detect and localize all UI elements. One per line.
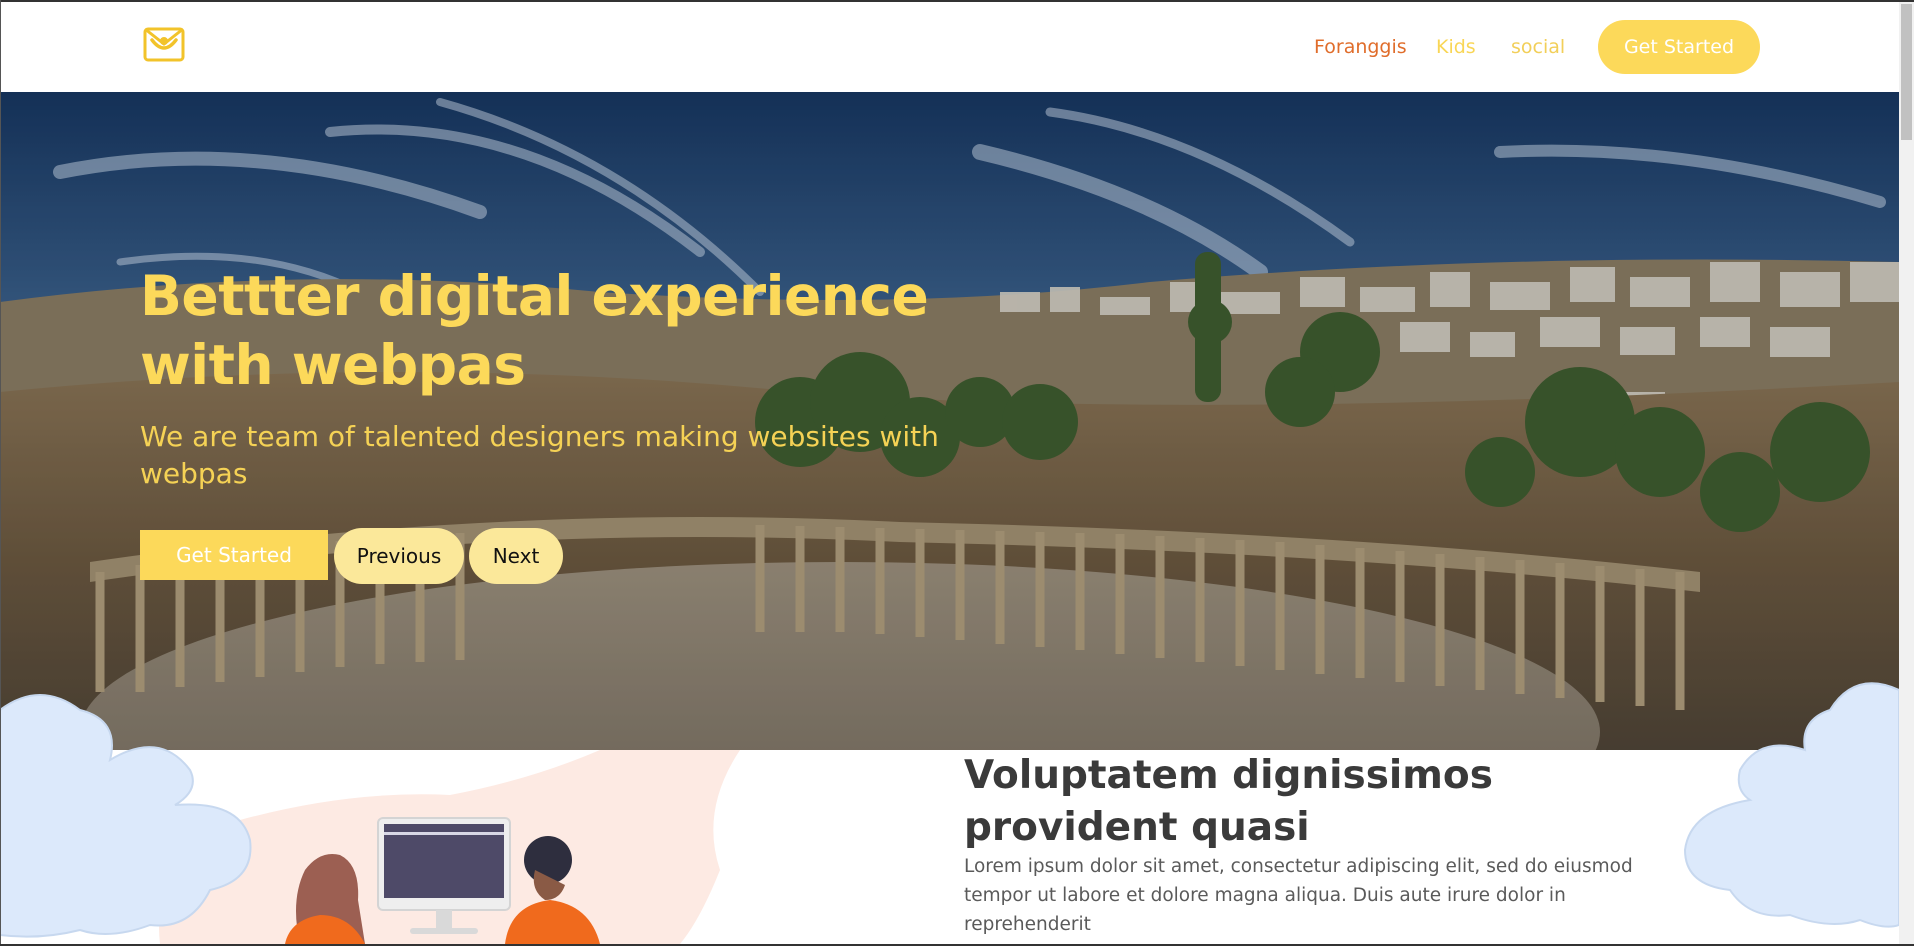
scrollbar-thumb[interactable]	[1901, 4, 1912, 140]
page-scrollbar[interactable]	[1899, 2, 1914, 944]
cloud-left-decoration	[0, 694, 252, 938]
about-title: Voluptatem dignissimos provident quasi	[964, 753, 1493, 850]
smile-envelope-logo-icon	[143, 27, 185, 62]
header-get-started-button[interactable]: Get Started	[1598, 20, 1760, 74]
window-left-border	[0, 0, 1, 946]
site-header: Foranggis Kids social Get Started	[0, 2, 1899, 92]
hero-title: Bettter digital experience with webpas	[140, 264, 929, 397]
hero-carousel: Bettter digital experience with webpas W…	[0, 92, 1899, 750]
hero-get-started-button[interactable]: Get Started	[140, 530, 328, 580]
nav-link-kids[interactable]: Kids	[1436, 36, 1476, 58]
about-section: Voluptatem dignissimos provident quasi L…	[0, 682, 1899, 944]
nav-link-social[interactable]: social	[1511, 36, 1565, 58]
nav-link-foranggis[interactable]: Foranggis	[1314, 36, 1407, 58]
hero-subtitle: We are team of talented designers making…	[140, 420, 939, 490]
about-text: Lorem ipsum dolor sit amet, consectetur …	[964, 856, 1633, 935]
window-top-border	[0, 0, 1914, 2]
carousel-next-button[interactable]: Next	[469, 528, 563, 584]
carousel-previous-button[interactable]: Previous	[334, 528, 464, 584]
site-logo[interactable]	[143, 26, 187, 64]
